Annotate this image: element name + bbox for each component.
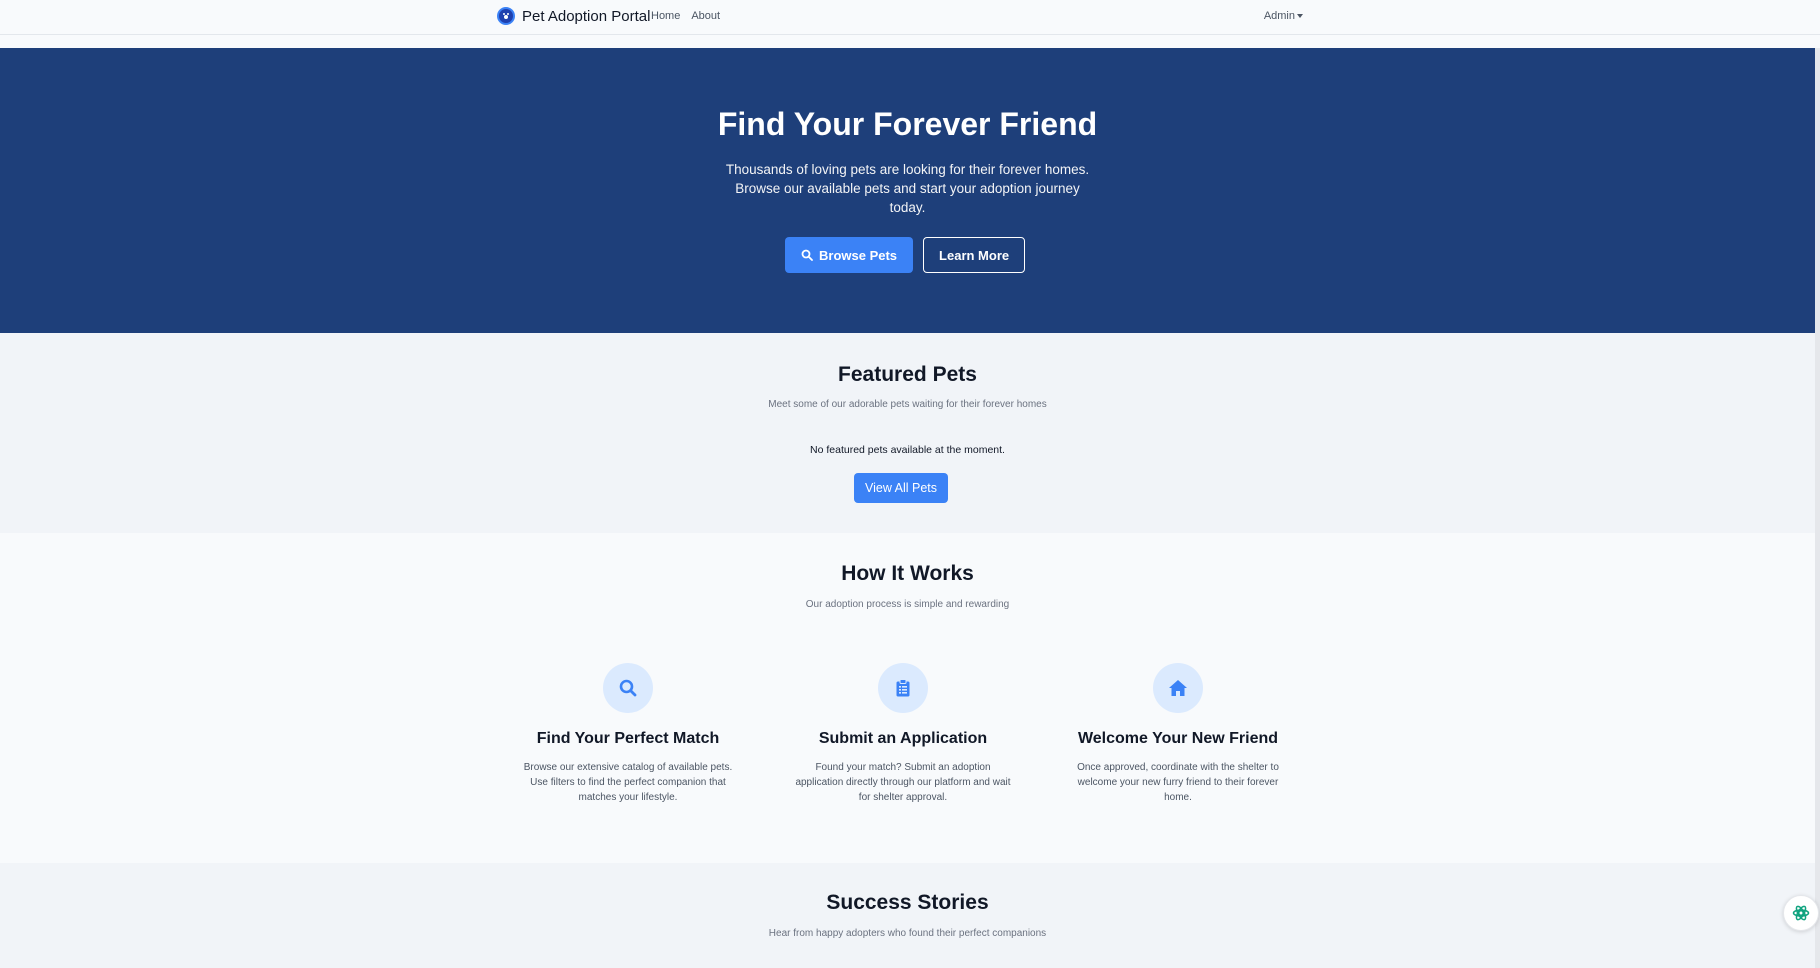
navbar-container: Pet Adoption Portal Home About Admin [497, 0, 1303, 35]
learn-more-button[interactable]: Learn More [923, 237, 1026, 273]
page-scrollbar[interactable] [1815, 48, 1820, 968]
search-icon [801, 249, 813, 261]
admin-dropdown[interactable]: Admin [1264, 10, 1303, 22]
brand-text: Pet Adoption Portal [522, 7, 651, 25]
hero-subtitle: Thousands of loving pets are looking for… [725, 162, 1090, 215]
browse-pets-button[interactable]: Browse Pets [785, 237, 914, 273]
featured-subtitle: Meet some of our adorable pets waiting f… [768, 399, 1047, 410]
clipboard-icon [878, 663, 928, 713]
page: Pet Adoption Portal Home About Admin Fin… [0, 0, 1820, 968]
admin-label: Admin [1263, 10, 1295, 22]
hero-section: Find Your Forever Friend Thousands of lo… [0, 48, 1815, 333]
step-description: Found your match? Submit an adoption app… [795, 762, 1011, 803]
paw-logo-icon [497, 7, 515, 25]
how-it-works-section: How It Works Our adoption process is sim… [0, 533, 1815, 863]
navbar: Pet Adoption Portal Home About Admin [0, 0, 1820, 35]
step-card-welcome: Welcome Your New Friend Once approved, c… [1063, 663, 1293, 805]
hero-title: Find Your Forever Friend [717, 106, 1098, 142]
success-stories-section: Success Stories Hear from happy adopters… [0, 863, 1815, 968]
step-title: Welcome Your New Friend [1077, 730, 1279, 747]
assistant-button[interactable] [1783, 895, 1819, 931]
step-card-apply: Submit an Application Found your match? … [788, 663, 1018, 805]
home-icon [1153, 663, 1203, 713]
nav-home-link[interactable]: Home [651, 10, 680, 22]
browse-pets-label: Browse Pets [819, 247, 898, 263]
featured-title: Featured Pets [838, 363, 977, 386]
step-title: Submit an Application [818, 730, 988, 747]
nav-links: Home About [651, 10, 720, 22]
featured-pets-section: Featured Pets Meet some of our adorable … [0, 333, 1815, 533]
hero-buttons: Browse Pets Learn More [785, 237, 1026, 273]
caret-down-icon [1297, 14, 1303, 18]
empty-state-message: No featured pets available at the moment… [810, 444, 1005, 456]
view-all-pets-button[interactable]: View All Pets [854, 473, 949, 503]
step-card-find: Find Your Perfect Match Browse our exten… [513, 663, 743, 805]
how-subtitle: Our adoption process is simple and rewar… [805, 599, 1010, 610]
success-title: Success Stories [826, 891, 989, 914]
sparkle-icon [1792, 905, 1810, 921]
success-subtitle: Hear from happy adopters who found their… [768, 928, 1047, 939]
search-icon [603, 663, 653, 713]
step-description: Once approved, coordinate with the shelt… [1077, 762, 1279, 803]
step-description: Browse our extensive catalog of availabl… [523, 762, 733, 803]
brand-link[interactable]: Pet Adoption Portal [497, 7, 650, 25]
nav-about-link[interactable]: About [691, 10, 720, 22]
how-title: How It Works [841, 562, 974, 585]
step-title: Find Your Perfect Match [536, 730, 720, 747]
